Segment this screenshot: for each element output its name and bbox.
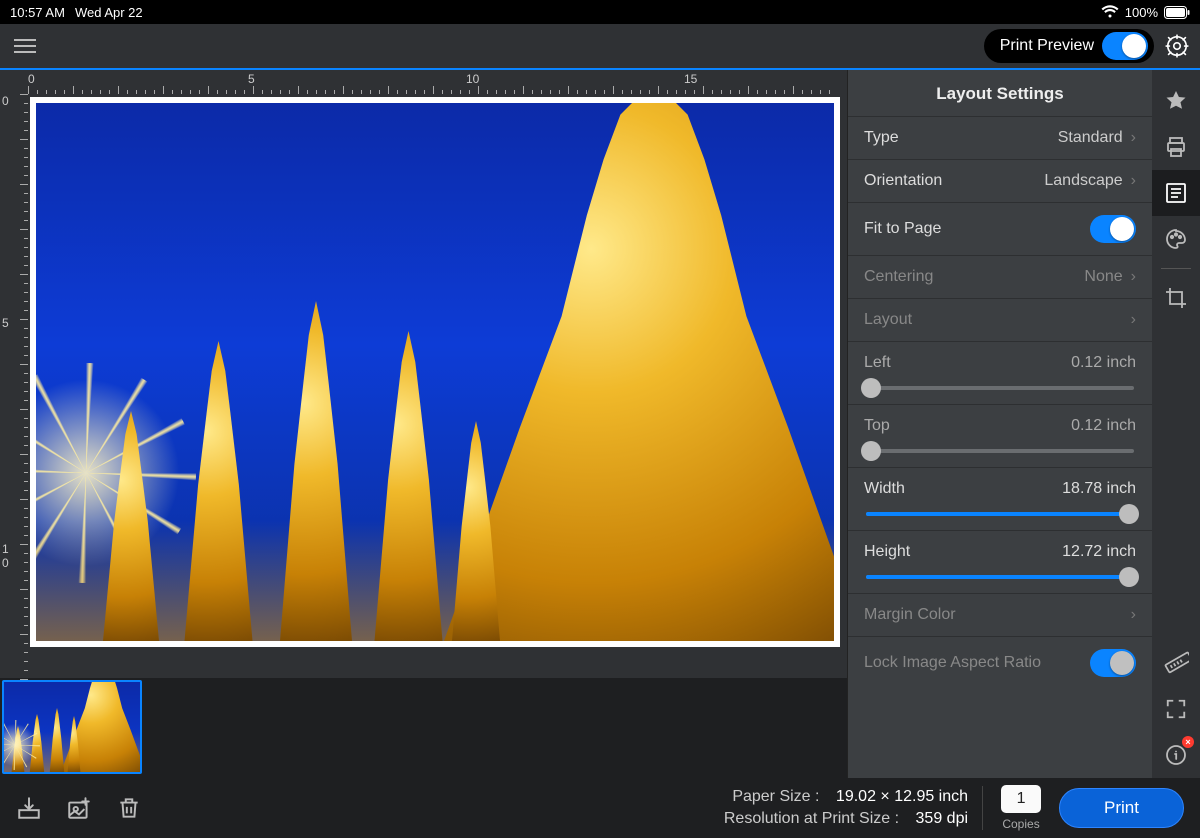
print-preview-label: Print Preview [1000, 37, 1094, 55]
resolution-value: 359 dpi [916, 808, 969, 830]
status-bar: 10:57 AM Wed Apr 22 100% [0, 0, 1200, 24]
gear-icon[interactable] [1164, 33, 1190, 59]
chevron-right-icon: › [1131, 606, 1136, 624]
vertical-ruler: 0 5 10 [0, 94, 28, 678]
favorite-icon[interactable] [1152, 78, 1200, 124]
top-slider[interactable] [866, 449, 1134, 453]
info-icon[interactable]: × [1152, 732, 1200, 778]
status-time: 10:57 AM [10, 5, 65, 20]
height-label: Height [864, 543, 910, 561]
toolbar-separator [1161, 268, 1191, 269]
wifi-icon [1101, 5, 1119, 19]
paper-size-value: 19.02 × 12.95 inch [836, 786, 968, 808]
ruler-label: 0 [28, 72, 35, 86]
orientation-label: Orientation [864, 172, 942, 190]
ruler-label: 10 [466, 72, 479, 86]
settings-header: Layout Settings [848, 70, 1152, 116]
metadata-panel-icon[interactable] [1152, 170, 1200, 216]
bottom-bar: Paper Size : 19.02 × 12.95 inch Resoluti… [0, 778, 1200, 838]
resolution-label: Resolution at Print Size : [724, 808, 899, 830]
ruler-label: 15 [684, 72, 697, 86]
left-label: Left [864, 354, 891, 372]
import-icon[interactable] [16, 795, 42, 821]
canvas-column: 0 5 10 15 0 5 10 [0, 70, 847, 778]
centering-label: Centering [864, 268, 933, 286]
close-badge-icon: × [1182, 736, 1194, 748]
row-left: Left 0.12 inch [848, 341, 1152, 404]
layout-settings-panel: Layout Settings Type Standard › Orientati… [847, 70, 1152, 778]
crop-icon[interactable] [1152, 275, 1200, 321]
ruler-label: 10 [2, 542, 9, 570]
row-top: Top 0.12 inch [848, 404, 1152, 467]
add-photo-icon[interactable] [66, 795, 92, 821]
palette-icon[interactable] [1152, 216, 1200, 262]
paper-info: Paper Size : 19.02 × 12.95 inch Resoluti… [724, 786, 983, 830]
row-fit-to-page: Fit to Page [848, 202, 1152, 255]
top-value: 0.12 inch [1071, 417, 1136, 435]
copies-stepper[interactable]: 1 Copies [1001, 785, 1041, 831]
height-value: 12.72 inch [1062, 543, 1136, 561]
lock-aspect-toggle[interactable] [1090, 649, 1136, 677]
tool-sidebar: × [1152, 70, 1200, 778]
width-label: Width [864, 480, 905, 498]
print-preview-toggle-pill: Print Preview [984, 29, 1154, 63]
row-height: Height 12.72 inch [848, 530, 1152, 593]
hamburger-menu-icon[interactable] [10, 33, 40, 59]
orientation-value: Landscape [1044, 172, 1122, 190]
ruler-label: 5 [248, 72, 255, 86]
fit-to-page-toggle[interactable] [1090, 215, 1136, 243]
row-lock-aspect: Lock Image Aspect Ratio [848, 636, 1152, 689]
lock-aspect-label: Lock Image Aspect Ratio [864, 654, 1041, 672]
thumbnail-strip [0, 678, 847, 778]
row-width: Width 18.78 inch [848, 467, 1152, 530]
chevron-right-icon: › [1131, 172, 1136, 190]
ruler-label: 5 [2, 316, 9, 330]
centering-value: None [1084, 268, 1122, 286]
printer-icon[interactable] [1152, 124, 1200, 170]
top-label: Top [864, 417, 890, 435]
app-bar: Print Preview [0, 24, 1200, 68]
left-value: 0.12 inch [1071, 354, 1136, 372]
expand-icon[interactable] [1152, 686, 1200, 732]
paper-size-label: Paper Size : [732, 786, 819, 808]
horizontal-ruler: 0 5 10 15 [0, 70, 847, 94]
layout-label: Layout [864, 311, 912, 329]
margin-color-label: Margin Color [864, 606, 956, 624]
type-label: Type [864, 129, 899, 147]
row-orientation[interactable]: Orientation Landscape › [848, 159, 1152, 202]
row-centering[interactable]: Centering None › [848, 255, 1152, 298]
row-type[interactable]: Type Standard › [848, 116, 1152, 159]
trash-icon[interactable] [116, 795, 142, 821]
ruler-label: 0 [2, 94, 9, 108]
width-slider[interactable] [866, 512, 1134, 516]
row-margin-color[interactable]: Margin Color › [848, 593, 1152, 636]
page-sheet [30, 97, 840, 647]
row-layout[interactable]: Layout › [848, 298, 1152, 341]
preview-image[interactable] [36, 103, 834, 641]
height-slider[interactable] [866, 575, 1134, 579]
print-canvas[interactable] [28, 94, 847, 678]
print-button[interactable]: Print [1059, 788, 1184, 828]
thumbnail-item[interactable] [2, 680, 142, 774]
type-value: Standard [1058, 129, 1123, 147]
left-slider[interactable] [866, 386, 1134, 390]
fit-to-page-label: Fit to Page [864, 220, 941, 238]
chevron-right-icon: › [1131, 268, 1136, 286]
battery-icon [1164, 6, 1190, 19]
copies-value: 1 [1001, 785, 1041, 813]
status-date: Wed Apr 22 [75, 5, 143, 20]
ruler-icon[interactable] [1152, 640, 1200, 686]
status-battery-text: 100% [1125, 5, 1158, 20]
width-value: 18.78 inch [1062, 480, 1136, 498]
chevron-right-icon: › [1131, 129, 1136, 147]
chevron-right-icon: › [1131, 311, 1136, 329]
copies-label: Copies [1001, 817, 1041, 831]
print-preview-toggle[interactable] [1102, 32, 1148, 60]
